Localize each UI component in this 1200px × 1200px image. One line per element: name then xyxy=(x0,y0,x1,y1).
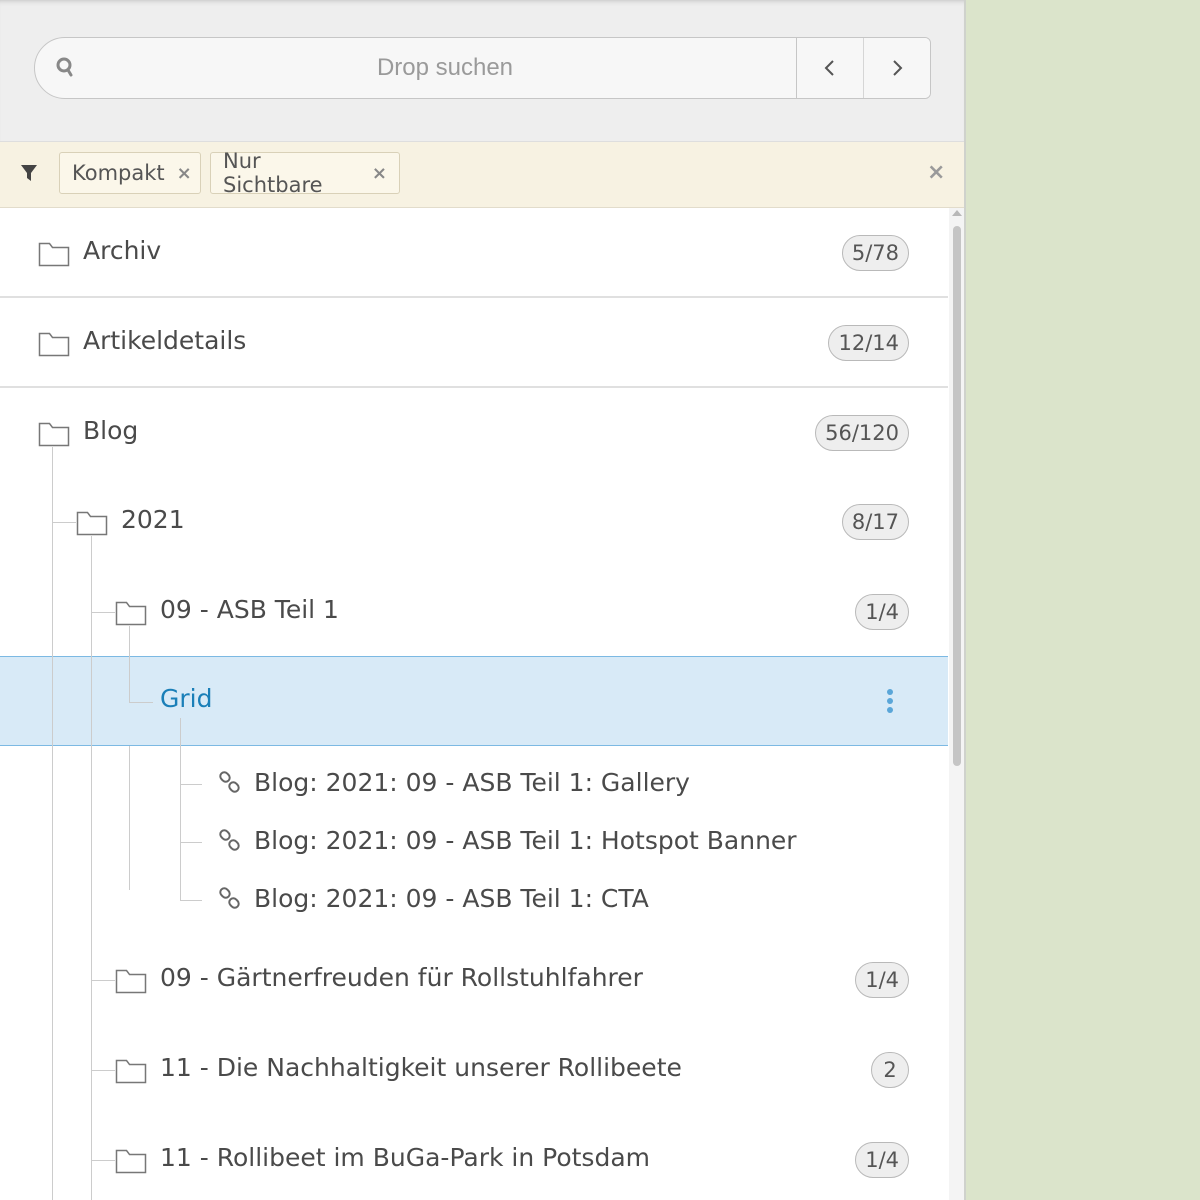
tree-line xyxy=(129,656,130,702)
count-badge: 1/4 xyxy=(855,594,909,630)
filter-chip-nur-sichtbare: Nur Sichtbare × xyxy=(210,149,400,197)
filter-chip-kompakt: Kompakt × xyxy=(59,152,201,194)
kebab-menu-icon[interactable] xyxy=(885,688,895,716)
folder-icon xyxy=(38,332,70,357)
link-icon xyxy=(219,887,240,909)
next-button[interactable] xyxy=(863,38,930,98)
tree-item-label: Blog xyxy=(83,416,139,445)
count-badge: 56/120 xyxy=(815,415,909,451)
folder-icon xyxy=(115,969,147,994)
drop-tree-panel: Kompakt × Nur Sichtbare × × Archiv 5/78 … xyxy=(0,0,966,1200)
tree-line xyxy=(180,718,181,746)
tree-item-label: 2021 xyxy=(121,505,185,534)
folder-icon xyxy=(115,1149,147,1174)
folder-icon xyxy=(115,1059,147,1084)
clear-filters-icon[interactable]: × xyxy=(927,160,945,185)
scroll-up-arrow-icon[interactable] xyxy=(952,210,962,216)
tree-item-label: 09 - Gärtnerfreuden für Rollstuhlfahrer xyxy=(160,963,643,992)
scrollbar-thumb[interactable] xyxy=(953,226,961,766)
filter-chip-label: Kompakt xyxy=(72,161,165,185)
tree-item-gaertnerfreuden[interactable]: 09 - Gärtnerfreuden für Rollstuhlfahrer … xyxy=(0,936,948,1024)
tree-item-label: 11 - Rollibeet im BuGa-Park in Potsdam xyxy=(160,1143,651,1172)
count-badge: 1/4 xyxy=(855,1142,909,1178)
tree-item-label: Grid xyxy=(160,684,213,713)
tree-item-archiv[interactable]: Archiv 5/78 xyxy=(0,208,948,298)
tree-item-label: Blog: 2021: 09 - ASB Teil 1: CTA xyxy=(254,884,649,913)
filter-icon xyxy=(21,165,37,181)
tree-item-gallery-link[interactable]: Blog: 2021: 09 - ASB Teil 1: Gallery xyxy=(0,758,948,812)
tree-item-label: Blog: 2021: 09 - ASB Teil 1: Gallery xyxy=(254,768,690,797)
folder-icon xyxy=(76,511,108,536)
tree-line xyxy=(129,702,153,703)
count-badge: 5/78 xyxy=(841,235,909,271)
folder-icon xyxy=(38,242,70,267)
tree-item-grid[interactable]: Grid xyxy=(0,656,948,746)
tree-line xyxy=(91,656,92,746)
search-input[interactable] xyxy=(95,38,795,98)
tree-item-label: Archiv xyxy=(83,236,162,265)
search-box xyxy=(34,37,931,99)
tree-item-09-asb-teil-1[interactable]: 09 - ASB Teil 1 1/4 xyxy=(0,568,948,656)
tree-item-hotspot-banner-link[interactable]: Blog: 2021: 09 - ASB Teil 1: Hotspot Ban… xyxy=(0,816,948,870)
tree-item-label: 11 - Die Nachhaltigkeit unserer Rollibee… xyxy=(160,1053,682,1082)
remove-filter-icon[interactable]: × xyxy=(177,163,192,184)
tree-item-2021[interactable]: 2021 8/17 xyxy=(0,478,948,568)
search-area xyxy=(0,0,964,142)
tree-item-nachhaltigkeit[interactable]: 11 - Die Nachhaltigkeit unserer Rollibee… xyxy=(0,1026,948,1114)
link-icon xyxy=(219,829,240,851)
folder-icon xyxy=(115,601,147,626)
count-badge: 1/4 xyxy=(855,962,909,998)
tree-item-label: 09 - ASB Teil 1 xyxy=(160,595,339,624)
folder-icon xyxy=(38,422,70,447)
count-badge: 8/17 xyxy=(841,504,909,540)
tree-item-rollibeet-buga[interactable]: 11 - Rollibeet im BuGa-Park in Potsdam 1… xyxy=(0,1116,948,1200)
tree-item-artikeldetails[interactable]: Artikeldetails 12/14 xyxy=(0,298,948,388)
tree-line xyxy=(52,656,53,746)
filter-chip-label: Nur Sichtbare xyxy=(223,149,323,197)
chevron-right-icon xyxy=(893,60,903,76)
tree-item-label: Artikeldetails xyxy=(83,326,247,355)
count-badge: 2 xyxy=(871,1052,909,1088)
tree-item-blog[interactable]: Blog 56/120 xyxy=(0,388,948,478)
remove-filter-icon[interactable]: × xyxy=(372,163,387,184)
tree-item-label: Blog: 2021: 09 - ASB Teil 1: Hotspot Ban… xyxy=(254,826,797,855)
chevron-left-icon xyxy=(824,60,834,76)
tree-item-cta-link[interactable]: Blog: 2021: 09 - ASB Teil 1: CTA xyxy=(0,874,948,928)
previous-button[interactable] xyxy=(796,38,863,98)
count-badge: 12/14 xyxy=(828,325,909,361)
search-icon xyxy=(56,57,73,77)
link-icon xyxy=(219,771,240,793)
